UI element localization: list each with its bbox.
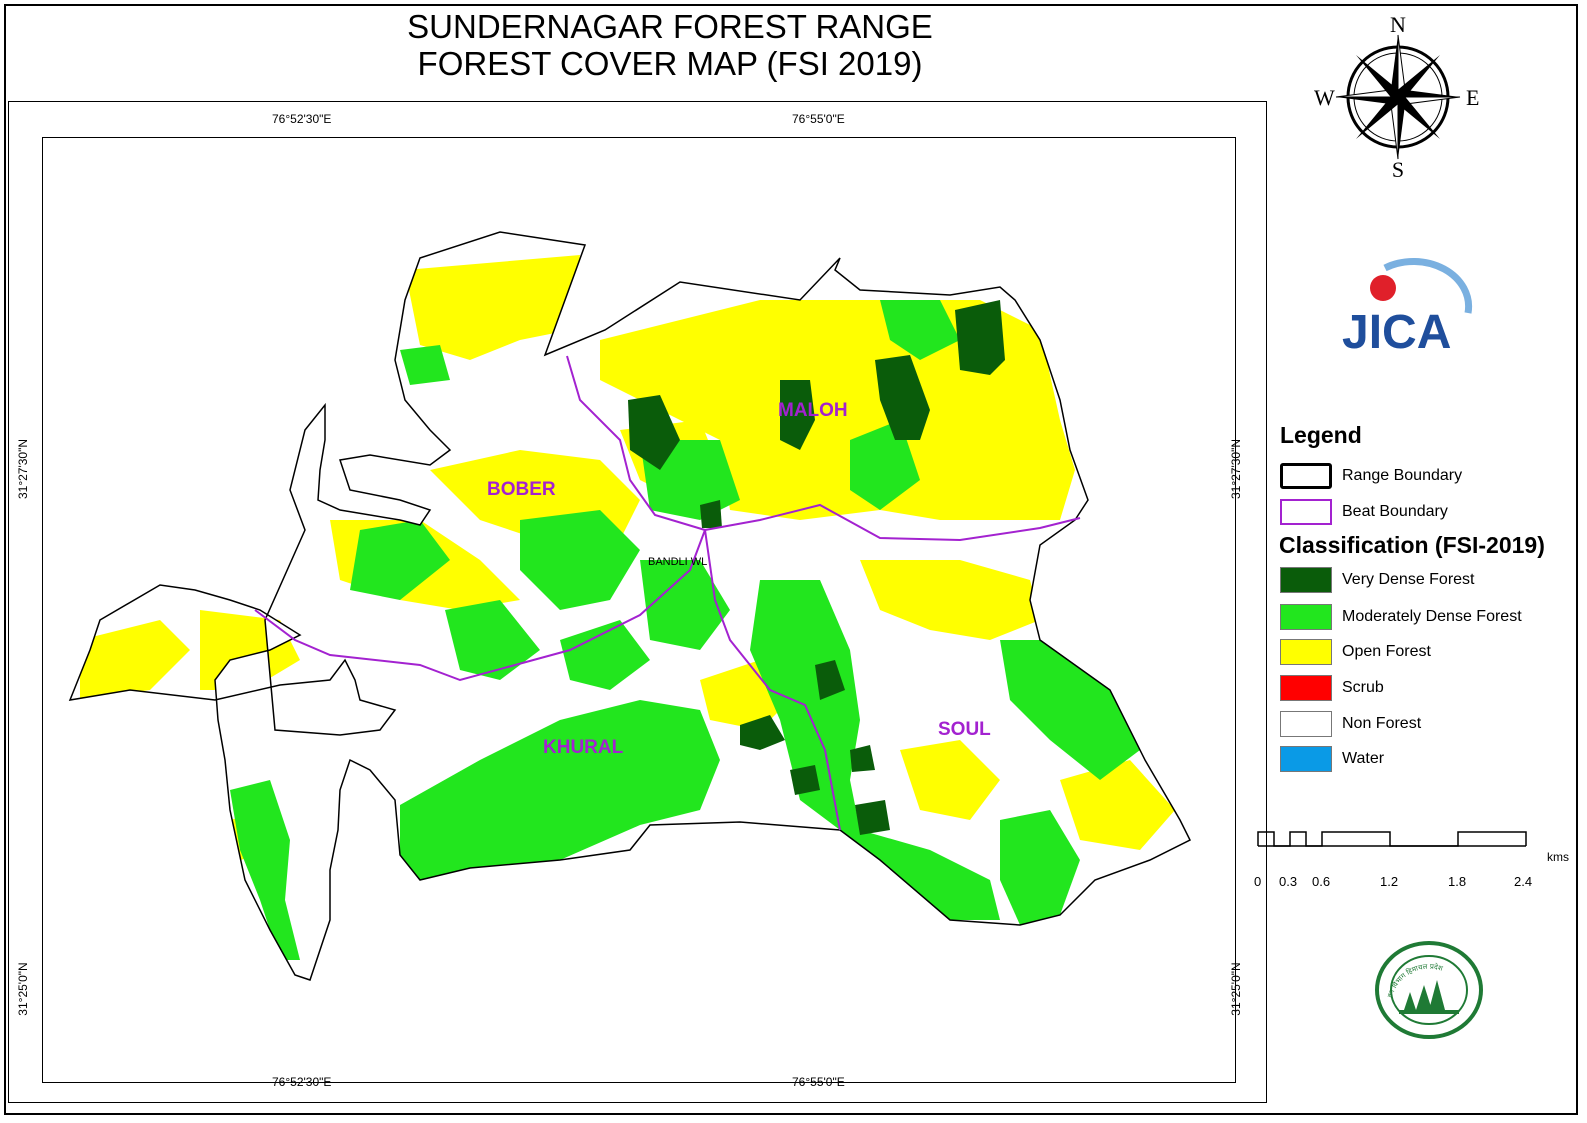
class-swatch-1: [1280, 604, 1332, 630]
class-swatch-2: [1280, 639, 1332, 665]
scale-tick-2: 0.6: [1312, 874, 1331, 889]
class-swatch-0: [1280, 567, 1332, 593]
legend-item-class-5: Water: [1280, 745, 1384, 773]
compass-w: W: [1314, 85, 1335, 110]
beat-boundary-swatch: [1280, 499, 1332, 525]
range-boundary-swatch: [1280, 463, 1332, 489]
beat-label-bober: BOBER: [487, 479, 556, 500]
scale-tick-1: 0.3: [1279, 874, 1298, 889]
scale-tick-4: 1.8: [1448, 874, 1467, 889]
scale-bar: [1257, 831, 1527, 847]
scale-unit: kms: [1547, 850, 1569, 864]
scale-tick-0: 0: [1254, 874, 1262, 889]
compass-n: N: [1390, 12, 1406, 37]
legend-label-class-2: Open Forest: [1342, 643, 1431, 660]
compass-s: S: [1392, 157, 1404, 182]
forest-cover-layer: [70, 232, 1190, 980]
forest-department-seal-icon: वन विभाग हिमाचल प्रदेश: [1375, 941, 1483, 1039]
legend-item-class-1: Moderately Dense Forest: [1280, 603, 1522, 631]
legend-label-class-0: Very Dense Forest: [1342, 571, 1475, 588]
legend-item-beat-boundary: Beat Boundary: [1280, 498, 1448, 526]
north-arrow-compass-icon: N S E W: [1314, 12, 1479, 182]
legend-item-class-4: Non Forest: [1280, 710, 1421, 738]
compass-e: E: [1466, 85, 1479, 110]
beat-label-khural: KHURAL: [543, 737, 624, 758]
legend-label-class-4: Non Forest: [1342, 715, 1422, 732]
legend-title: Legend: [1280, 422, 1362, 448]
legend-item-class-0: Very Dense Forest: [1280, 566, 1475, 594]
legend-item-class-3: Scrub: [1280, 674, 1384, 702]
legend-label-beat-boundary: Beat Boundary: [1342, 503, 1448, 520]
class-swatch-5: [1280, 746, 1332, 772]
beat-label-soul: SOUL: [938, 719, 991, 740]
class-swatch-3: [1280, 675, 1332, 701]
scale-tick-3: 1.2: [1380, 874, 1399, 889]
legend-label-range-boundary: Range Boundary: [1342, 467, 1463, 484]
place-label-bandli: BANDLI WL: [648, 556, 708, 568]
legend-label-class-3: Scrub: [1342, 679, 1384, 696]
jica-logo-text: JICA: [1342, 306, 1451, 358]
jica-logo-icon: JICA: [1342, 257, 1473, 358]
legend-label-class-1: Moderately Dense Forest: [1342, 608, 1522, 625]
class-swatch-4: [1280, 711, 1332, 737]
legend-item-range-boundary: Range Boundary: [1280, 462, 1462, 490]
legend-label-class-5: Water: [1342, 750, 1385, 767]
scale-tick-5: 2.4: [1514, 874, 1533, 889]
beat-label-maloh: MALOH: [778, 400, 848, 421]
legend-classification-title: Classification (FSI-2019): [1279, 532, 1545, 558]
legend-item-class-2: Open Forest: [1280, 638, 1431, 666]
